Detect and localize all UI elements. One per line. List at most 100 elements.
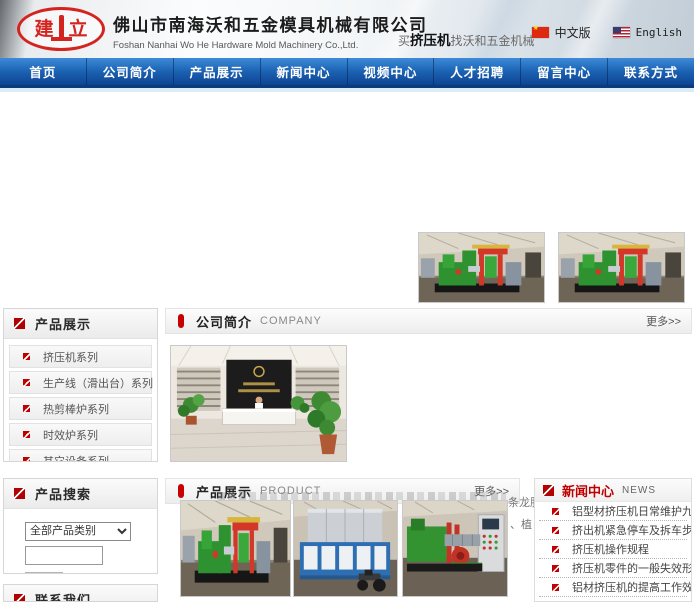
sidebar-product-menu: 挤压机系列 生产线（滑出台）系列 热剪棒炉系列 时效炉系列 其它设备系列: [4, 339, 157, 462]
sidebar-item-other-equipment-series[interactable]: 其它设备系列: [9, 449, 152, 462]
news-item-label: 铝材挤压机的提高工作效: [572, 579, 692, 595]
search-form: 全部产品类别 搜 索: [4, 509, 157, 574]
menu-item-label: 时效炉系列: [43, 427, 98, 443]
company-logo[interactable]: 建 立: [14, 5, 108, 53]
search-button[interactable]: 搜 索: [25, 572, 63, 575]
company-section-header: 公司简介 COMPANY 更多>>: [165, 308, 692, 334]
sidebar-search-box: 产品搜索 全部产品类别 搜 索: [3, 478, 158, 574]
press-closeup-illustration: [403, 501, 507, 596]
company-title-cn: 公司简介: [196, 312, 252, 331]
company-more-link[interactable]: 更多>>: [646, 313, 681, 329]
furnace-illustration: [294, 501, 397, 596]
nav-item-video[interactable]: 视频中心: [347, 58, 434, 85]
menu-item-label: 挤压机系列: [43, 349, 98, 365]
clipped-text-strip: [218, 492, 506, 500]
sidebar-contact-title: 联系我们: [35, 590, 91, 602]
red-square-icon: [14, 488, 25, 499]
menu-item-label: 生产线（滑出台）系列: [43, 375, 153, 391]
usa-flag-icon: [613, 27, 630, 38]
machine-photo-thumb-1[interactable]: [418, 232, 545, 303]
company-office-photo[interactable]: [170, 345, 347, 462]
red-bar-icon: [178, 314, 184, 328]
menu-item-label: 热剪棒炉系列: [43, 401, 109, 417]
banner-top-divider: [0, 88, 694, 92]
language-switcher: 中文版 English: [532, 24, 682, 41]
news-item-label: 挤压机操作规程: [572, 541, 649, 557]
lang-english-label: English: [636, 26, 682, 39]
sidebar-contact-box: 联系我们: [3, 584, 158, 602]
product-photo-press-closeup[interactable]: [402, 500, 508, 597]
logo-oval-icon: 建 立: [17, 7, 105, 51]
main-navigation: 首页 公司简介 产品展示 新闻中心 视频中心 人才招聘 留言中心 联系方式: [0, 58, 694, 88]
search-keyword-input[interactable]: [25, 546, 103, 565]
nav-item-home[interactable]: 首页: [0, 58, 86, 85]
news-title-cn: 新闻中心: [562, 481, 614, 500]
menu-item-label: 其它设备系列: [43, 453, 109, 463]
sidebar-product-menu-title: 产品展示: [35, 314, 91, 333]
sidebar-product-menu-box: 产品展示 挤压机系列 生产线（滑出台）系列 热剪棒炉系列 时效炉系列 其它设备系…: [3, 308, 158, 462]
slogan-highlight: 挤压机: [410, 33, 451, 48]
machine-photo-thumb-2[interactable]: [558, 232, 685, 303]
red-square-icon: [543, 485, 554, 496]
lang-english-link[interactable]: English: [613, 26, 682, 39]
news-item-2[interactable]: 挤出机紧急停车及拆车步: [539, 521, 687, 540]
sidebar-search-title: 产品搜索: [35, 484, 91, 503]
news-section-header: 新闻中心 NEWS: [535, 479, 691, 502]
sidebar-product-menu-header: 产品展示: [4, 309, 157, 339]
extrusion-press-illustration: [181, 501, 290, 596]
bullet-icon: [552, 565, 559, 572]
company-name-en: Foshan Nanhai Wo He Hardware Mold Machin…: [113, 40, 428, 51]
news-item-label: 铝型材挤压机日常维护九: [572, 503, 692, 519]
news-item-5[interactable]: 铝材挤压机的提高工作效: [539, 578, 687, 597]
bullet-icon: [552, 546, 559, 553]
bullet-icon: [552, 508, 559, 515]
news-section-box: 新闻中心 NEWS 铝型材挤压机日常维护九 挤出机紧急停车及拆车步 挤压机操作规…: [534, 478, 692, 602]
news-item-1[interactable]: 铝型材挤压机日常维护九: [539, 502, 687, 521]
news-item-label: 挤出机紧急停车及拆车步: [572, 522, 692, 538]
bullet-icon: [552, 584, 559, 591]
china-flag-icon: [532, 27, 549, 38]
red-square-icon: [14, 318, 25, 329]
nav-item-message[interactable]: 留言中心: [520, 58, 607, 85]
header-slogan: 买挤压机找沃和五金机械: [398, 29, 535, 49]
news-item-3[interactable]: 挤压机操作规程: [539, 540, 687, 559]
clipped-text-fragment: 、植: [510, 516, 532, 532]
sidebar-item-production-line-series[interactable]: 生产线（滑出台）系列: [9, 371, 152, 394]
slogan-suffix: 找沃和五金机械: [451, 34, 535, 48]
news-item-label: 挤压机零件的一般失效形: [572, 560, 692, 576]
bullet-icon: [23, 457, 30, 462]
nav-item-contact[interactable]: 联系方式: [607, 58, 694, 85]
nav-item-news[interactable]: 新闻中心: [260, 58, 347, 85]
lang-chinese-label: 中文版: [555, 24, 591, 41]
red-square-icon: [14, 594, 25, 602]
sidebar-item-extrusion-series[interactable]: 挤压机系列: [9, 345, 152, 368]
slogan-prefix: 买: [398, 34, 410, 48]
company-names: 佛山市南海沃和五金模具机械有限公司 Foshan Nanhai Wo He Ha…: [113, 11, 428, 51]
logo-char-left: 建: [34, 20, 53, 39]
bullet-icon: [23, 431, 30, 438]
company-title-en: COMPANY: [260, 315, 322, 327]
extrusion-press-illustration: [419, 233, 544, 302]
nav-item-jobs[interactable]: 人才招聘: [433, 58, 520, 85]
sidebar-item-hot-shear-furnace-series[interactable]: 热剪棒炉系列: [9, 397, 152, 420]
bullet-icon: [23, 379, 30, 386]
extrusion-press-illustration: [559, 233, 684, 302]
sidebar-search-header: 产品搜索: [4, 479, 157, 509]
red-bar-icon: [178, 484, 184, 498]
company-name-cn: 佛山市南海沃和五金模具机械有限公司: [113, 11, 428, 36]
news-item-4[interactable]: 挤压机零件的一般失效形: [539, 559, 687, 578]
news-title-en: NEWS: [622, 485, 656, 496]
office-reception-illustration: [171, 346, 346, 461]
category-select[interactable]: 全部产品类别: [25, 522, 131, 541]
sidebar-item-aging-furnace-series[interactable]: 时效炉系列: [9, 423, 152, 446]
product-photo-aging-furnace[interactable]: [293, 500, 398, 597]
product-photo-extrusion-press[interactable]: [180, 500, 291, 597]
bullet-icon: [23, 405, 30, 412]
press-ram-icon: [56, 14, 67, 44]
lang-chinese-link[interactable]: 中文版: [532, 24, 591, 41]
nav-item-about[interactable]: 公司简介: [86, 58, 173, 85]
bullet-icon: [23, 353, 30, 360]
logo-char-right: 立: [69, 20, 88, 39]
nav-item-products[interactable]: 产品展示: [173, 58, 260, 85]
sidebar-contact-header: 联系我们: [4, 585, 157, 602]
